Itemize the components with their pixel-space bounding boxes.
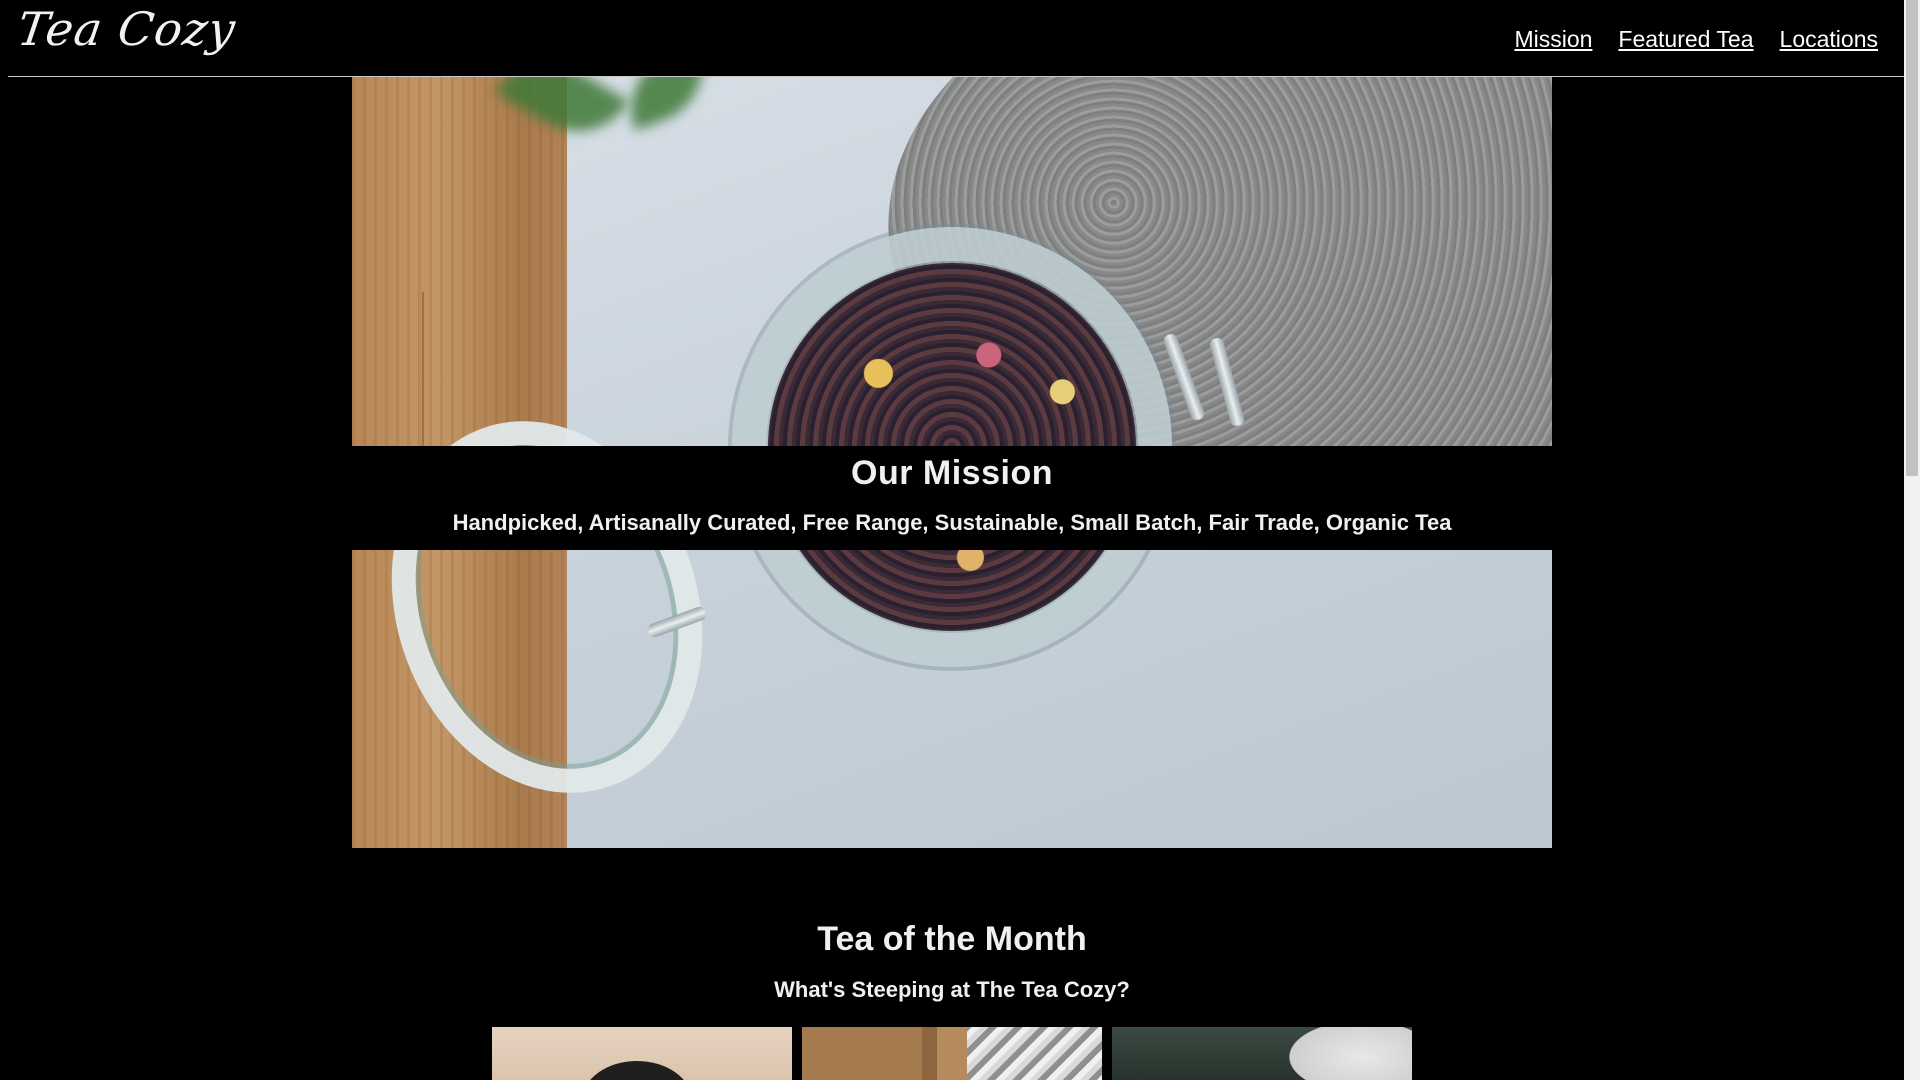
logo[interactable]: Tea Cozy [14, 2, 239, 56]
tea-thumbnail-image [802, 1027, 1102, 1080]
scrollbar-thumb[interactable] [1906, 0, 1918, 476]
tea-of-month-title: Tea of the Month [817, 920, 1087, 958]
main-nav: Mission Featured Tea Locations [1514, 26, 1878, 53]
tea-thumbnails [492, 1027, 1412, 1080]
tea-of-month-subtitle: What's Steeping at The Tea Cozy? [774, 977, 1130, 1002]
nav-link-mission[interactable]: Mission [1514, 26, 1592, 53]
nav-link-locations[interactable]: Locations [1780, 26, 1878, 53]
page: Tea Cozy Mission Featured Tea Locations … [0, 0, 1904, 1080]
mission-subtitle: Handpicked, Artisanally Curated, Free Ra… [452, 510, 1452, 535]
tea-of-month-section: Tea of the Month What's Steeping at The … [0, 920, 1904, 1003]
tea-thumbnail-image [1112, 1027, 1412, 1080]
mission-title: Our Mission [851, 454, 1053, 492]
tea-thumbnail-image [492, 1027, 792, 1080]
nav-link-featured-tea[interactable]: Featured Tea [1618, 26, 1753, 53]
site-header: Tea Cozy Mission Featured Tea Locations [8, 0, 1904, 77]
mission-text-band: Our Mission Handpicked, Artisanally Cura… [352, 446, 1552, 550]
vertical-scrollbar[interactable] [1904, 0, 1920, 1080]
